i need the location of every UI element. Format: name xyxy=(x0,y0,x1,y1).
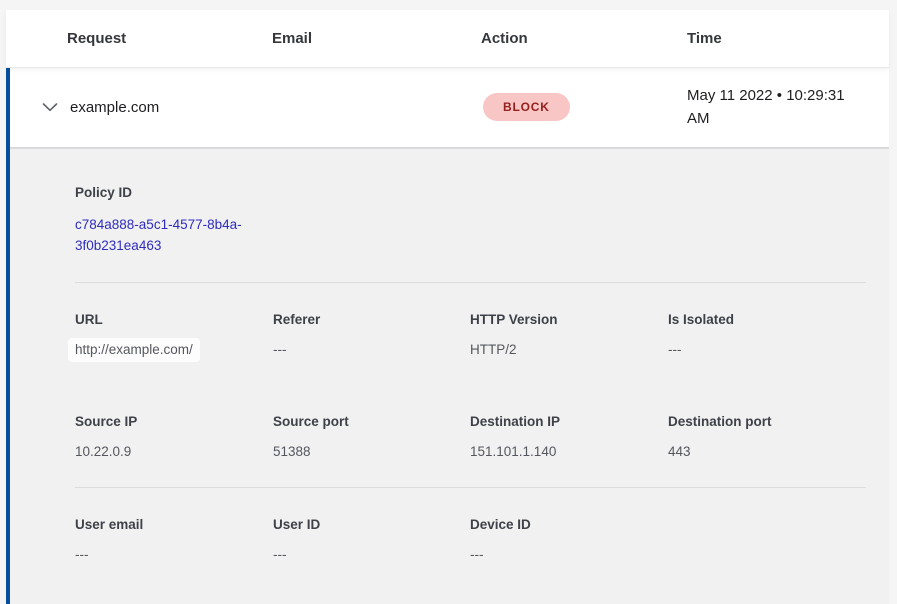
row-detail-panel: Policy ID c784a888-a5c1-4577-8b4a-3f0b23… xyxy=(10,149,889,604)
field-label: URL xyxy=(75,312,273,328)
field-source-port: Source port 51388 xyxy=(273,414,470,461)
field-label: Device ID xyxy=(470,517,668,533)
field-is-isolated: Is Isolated --- xyxy=(668,312,866,362)
field-value: --- xyxy=(470,546,668,564)
expanded-row-group: example.com BLOCK May 11 2022 • 10:29:31… xyxy=(6,67,889,604)
field-value: --- xyxy=(273,341,470,359)
field-label: Source IP xyxy=(75,414,273,430)
policy-id-label: Policy ID xyxy=(75,185,866,201)
field-destination-ip: Destination IP 151.101.1.140 xyxy=(470,414,668,461)
field-value: --- xyxy=(273,546,470,564)
request-cell: example.com xyxy=(67,99,272,116)
field-destination-port: Destination port 443 xyxy=(668,414,866,461)
field-referer: Referer --- xyxy=(273,312,470,362)
policy-id-link[interactable]: c784a888-a5c1-4577-8b4a-3f0b231ea463 xyxy=(75,214,275,256)
field-label: Source port xyxy=(273,414,470,430)
field-value: --- xyxy=(75,546,273,564)
field-label: User email xyxy=(75,517,273,533)
field-label: Destination IP xyxy=(470,414,668,430)
field-value: 443 xyxy=(668,443,866,461)
detail-row-request-info: URL http://example.com/ Referer --- HTTP… xyxy=(75,312,866,362)
detail-row-user-info: User email --- User ID --- Device ID --- xyxy=(75,517,866,564)
field-user-email: User email --- xyxy=(75,517,273,564)
field-label: Referer xyxy=(273,312,470,328)
section-divider xyxy=(75,487,866,488)
field-value: 51388 xyxy=(273,443,470,461)
field-label: User ID xyxy=(273,517,470,533)
field-label: Destination port xyxy=(668,414,866,430)
policy-id-field: Policy ID c784a888-a5c1-4577-8b4a-3f0b23… xyxy=(75,185,866,256)
table-header-row: Request Email Action Time xyxy=(6,10,889,67)
field-label: HTTP Version xyxy=(470,312,668,328)
field-user-id: User ID --- xyxy=(273,517,470,564)
table-row[interactable]: example.com BLOCK May 11 2022 • 10:29:31… xyxy=(10,67,889,149)
section-divider xyxy=(75,282,866,283)
field-url: URL http://example.com/ xyxy=(75,312,273,362)
field-device-id: Device ID --- xyxy=(470,517,668,564)
field-value: --- xyxy=(668,341,866,359)
field-value: HTTP/2 xyxy=(470,341,668,359)
column-header-request: Request xyxy=(67,30,272,47)
field-label: Is Isolated xyxy=(668,312,866,328)
detail-row-network-info: Source IP 10.22.0.9 Source port 51388 De… xyxy=(75,414,866,461)
field-empty xyxy=(668,517,866,564)
action-cell: BLOCK xyxy=(481,93,687,121)
expand-toggle[interactable] xyxy=(10,103,67,112)
chevron-down-icon xyxy=(42,103,58,112)
field-value: 151.101.1.140 xyxy=(470,443,668,461)
column-header-email: Email xyxy=(272,30,481,47)
field-value: 10.22.0.9 xyxy=(75,443,273,461)
field-value: http://example.com/ xyxy=(68,338,200,362)
field-source-ip: Source IP 10.22.0.9 xyxy=(75,414,273,461)
time-cell: May 11 2022 • 10:29:31 AM xyxy=(687,84,889,130)
block-status-badge: BLOCK xyxy=(483,93,570,121)
column-header-action: Action xyxy=(481,30,687,47)
log-table: Request Email Action Time example.com BL… xyxy=(6,10,889,604)
field-http-version: HTTP Version HTTP/2 xyxy=(470,312,668,362)
column-header-time: Time xyxy=(687,30,889,47)
